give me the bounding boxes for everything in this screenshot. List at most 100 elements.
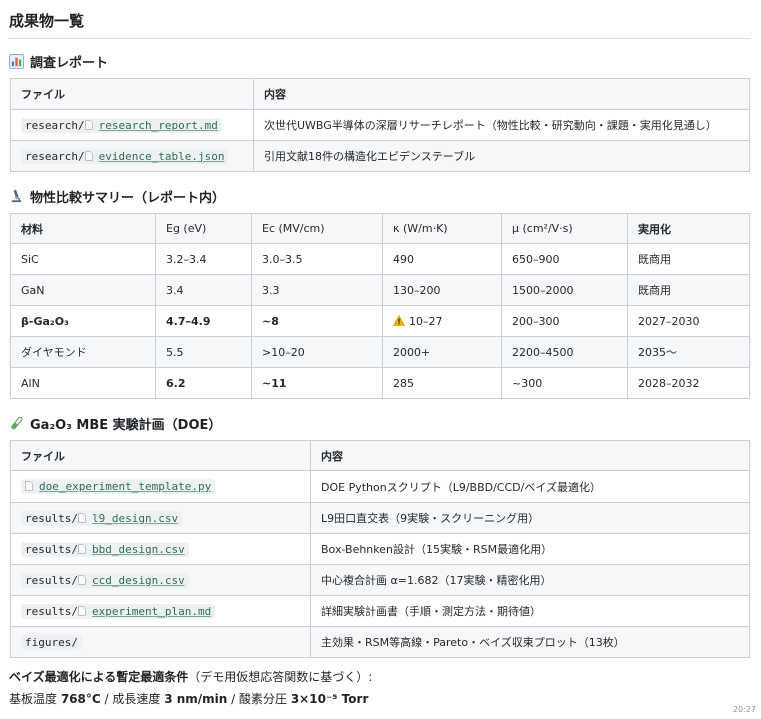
file-link[interactable]: bbd_design.csv [92, 543, 185, 556]
folder-path[interactable]: figures/ [21, 634, 82, 650]
microscope-icon [9, 189, 24, 204]
file-description: 中心複合計画 α=1.682（17実験・精密化用） [310, 564, 750, 596]
substrate-temperature: 768°C [60, 692, 101, 706]
oxygen-pressure: 3×10⁻⁵ Torr [290, 692, 369, 706]
section-research-title: 調査レポート [9, 51, 750, 71]
file-icon [77, 574, 86, 585]
cell: 3.3 [251, 274, 383, 306]
cell: 既商用 [627, 243, 750, 275]
file-description: Box-Behnken設計（15実験・RSM最適化用） [310, 533, 750, 565]
table-row: β-Ga₂O₃ 4.7–4.9 ~8 10–27 200–300 2027–20… [10, 305, 750, 337]
column-header: κ (W/m·K) [382, 213, 502, 244]
cell: 既商用 [627, 274, 750, 306]
column-header: 内容 [310, 440, 750, 471]
material-name: ダイヤモンド [10, 336, 156, 368]
cell: ~300 [501, 367, 628, 399]
table-header-row: ファイル 内容 [10, 440, 750, 471]
column-header: Eg (eV) [155, 213, 252, 244]
cell: 6.2 [155, 367, 252, 399]
file-link[interactable]: experiment_plan.md [92, 605, 211, 618]
optimal-conditions-summary: ベイズ最適化による暫定最適条件（デモ用仮想応答関数に基づく）: 基板温度 768… [9, 666, 750, 710]
file-path: research/evidence_table.json [21, 148, 229, 164]
column-header: Ec (MV/cm) [251, 213, 383, 244]
material-name: β-Ga₂O₃ [10, 305, 156, 337]
table-row: results/experiment_plan.md 詳細実験計画書（手順・測定… [10, 595, 750, 627]
bar-chart-icon [9, 53, 24, 69]
cell: 2200–4500 [501, 336, 628, 368]
file-link[interactable]: doe_experiment_template.py [39, 480, 211, 493]
cell: 490 [382, 243, 502, 275]
cell: 5.5 [155, 336, 252, 368]
file-path: results/ccd_design.csv [21, 572, 189, 588]
timestamp: 20:27 [732, 705, 756, 714]
table-row: research/evidence_table.json 引用文献18件の構造化… [10, 140, 750, 172]
doe-table: ファイル 内容 doe_experiment_template.py DOE P… [10, 440, 750, 658]
file-path: doe_experiment_template.py [21, 479, 216, 494]
summary-heading: ベイズ最適化による暫定最適条件 [9, 670, 189, 684]
file-icon [84, 119, 93, 130]
column-header: ファイル [10, 440, 311, 471]
cell: >10–20 [251, 336, 383, 368]
file-description: DOE Pythonスクリプト（L9/BBD/CCD/ベイズ最適化） [310, 470, 750, 503]
cell: 650–900 [501, 243, 628, 275]
column-header: μ (cm²/V·s) [501, 213, 628, 244]
cell: 3.4 [155, 274, 252, 306]
cell: 2027–2030 [627, 305, 750, 337]
test-tube-icon [9, 416, 24, 431]
summary-values-line: 基板温度 768°C / 成長速度 3 nm/min / 酸素分圧 3×10⁻⁵… [9, 692, 369, 706]
material-name: AlN [10, 367, 156, 399]
table-row: GaN 3.4 3.3 130–200 1500–2000 既商用 [10, 274, 750, 306]
section-research-title-text: 調査レポート [30, 55, 109, 71]
file-path: results/bbd_design.csv [21, 541, 189, 557]
cell: ~11 [251, 367, 383, 399]
table-header-row: 材料 Eg (eV) Ec (MV/cm) κ (W/m·K) μ (cm²/V… [10, 213, 750, 244]
file-link[interactable]: l9_design.csv [92, 512, 178, 525]
cell: 3.0–3.5 [251, 243, 383, 275]
summary-note: （デモ用仮想応答関数に基づく）: [188, 670, 373, 684]
material-name: GaN [10, 274, 156, 306]
table-row: SiC 3.2–3.4 3.0–3.5 490 650–900 既商用 [10, 243, 750, 275]
file-path: results/l9_design.csv [21, 510, 183, 526]
research-table: ファイル 内容 research/research_report.md 次世代U… [10, 78, 750, 172]
cell: 2000+ [382, 336, 502, 368]
column-header: 実用化 [627, 213, 750, 244]
table-row: results/bbd_design.csv Box-Behnken設計（15実… [10, 533, 750, 565]
file-icon [25, 481, 33, 491]
table-row: AlN 6.2 ~11 285 ~300 2028–2032 [10, 367, 750, 399]
file-path: research/research_report.md [21, 117, 222, 133]
growth-rate: 3 nm/min [164, 692, 228, 706]
table-row: results/l9_design.csv L9田口直交表（9実験・スクリーニン… [10, 502, 750, 534]
cell: 130–200 [382, 274, 502, 306]
column-header: 内容 [253, 78, 750, 110]
section-properties-title: 物性比較サマリー（レポート内） [9, 186, 750, 206]
file-icon [77, 543, 86, 554]
properties-table: 材料 Eg (eV) Ec (MV/cm) κ (W/m·K) μ (cm²/V… [10, 213, 750, 399]
table-row: doe_experiment_template.py DOE Pythonスクリ… [10, 470, 750, 503]
table-row: results/ccd_design.csv 中心複合計画 α=1.682（17… [10, 564, 750, 596]
file-icon [84, 150, 93, 161]
column-header: 材料 [10, 213, 156, 244]
file-link[interactable]: research_report.md [99, 119, 218, 132]
file-link[interactable]: ccd_design.csv [92, 574, 185, 587]
file-icon [77, 512, 86, 523]
cell: ~8 [251, 305, 383, 337]
column-header: ファイル [10, 78, 254, 110]
section-properties-title-text: 物性比較サマリー（レポート内） [30, 190, 226, 206]
table-row: research/research_report.md 次世代UWBG半導体の深… [10, 109, 750, 141]
file-icon [77, 605, 86, 616]
file-link[interactable]: evidence_table.json [99, 150, 225, 163]
cell: 3.2–3.4 [155, 243, 252, 275]
section-doe-title-text: Ga₂O₃ MBE 実験計画（DOE） [30, 417, 222, 433]
warning-icon [392, 314, 406, 326]
page-title: 成果物一覧 [9, 10, 750, 39]
file-description: 引用文献18件の構造化エビデンステーブル [253, 140, 750, 172]
material-name: SiC [10, 243, 156, 275]
cell: 10–27 [382, 305, 502, 337]
section-doe-title: Ga₂O₃ MBE 実験計画（DOE） [9, 413, 750, 433]
cell: 200–300 [501, 305, 628, 337]
file-path: results/experiment_plan.md [21, 603, 216, 619]
page: 成果物一覧 調査レポート ファイル 内容 research/research_r… [0, 0, 761, 710]
file-description: 次世代UWBG半導体の深層リサーチレポート（物性比較・研究動向・課題・実用化見通… [253, 109, 750, 141]
summary-heading-line: ベイズ最適化による暫定最適条件（デモ用仮想応答関数に基づく）: [9, 666, 750, 688]
cell: 1500–2000 [501, 274, 628, 306]
